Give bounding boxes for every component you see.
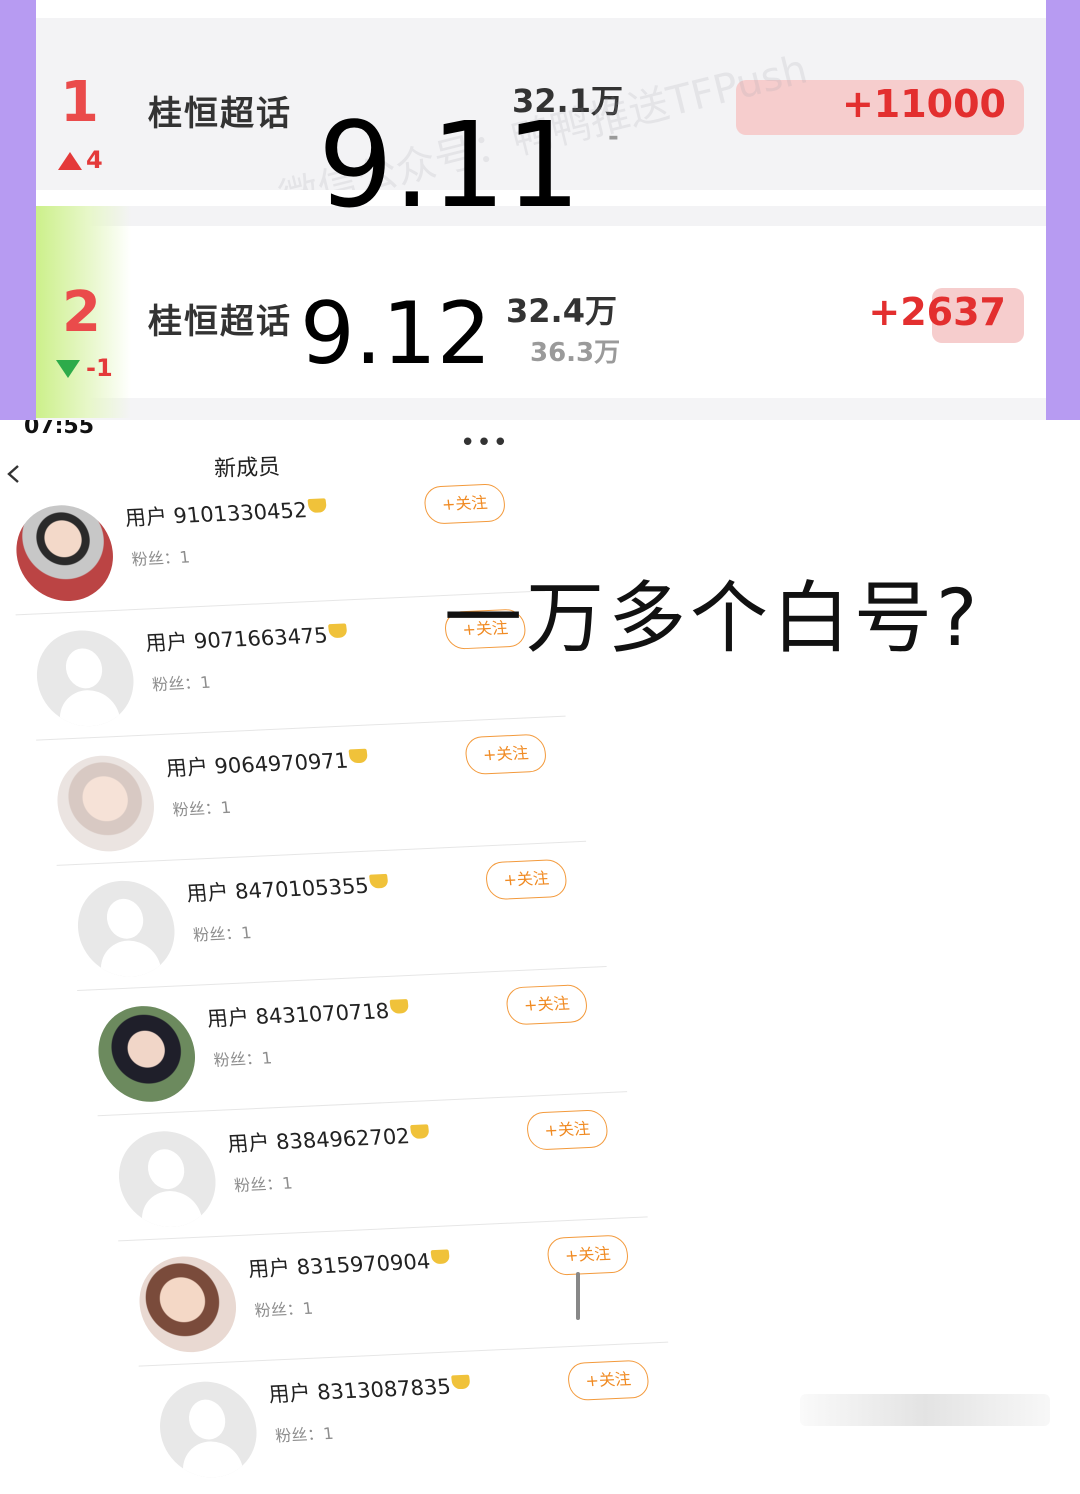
avatar[interactable] (11, 503, 119, 604)
member-name: 用户 8313087835 (267, 1370, 473, 1409)
group-name: 桂恒超话 (148, 94, 292, 134)
follower-count: 32.4万 (506, 292, 617, 330)
blurred-watermark (800, 1394, 1050, 1426)
avatar[interactable] (31, 628, 139, 729)
vip-badge-icon (430, 1249, 451, 1265)
member-name-text: 用户 8313087835 (267, 1374, 453, 1407)
list-item[interactable]: 用户 8315970904 粉丝：1 +关注 (124, 1217, 669, 1367)
fans-count: 粉丝：1 (130, 547, 191, 570)
status-time: 07:55 (24, 420, 95, 434)
rank-change-value: 4 (86, 146, 103, 174)
avatar[interactable] (93, 1003, 201, 1104)
member-name-text: 用户 8470105355 (185, 873, 370, 906)
ellipsis-icon[interactable]: ••• (460, 428, 509, 458)
list-item[interactable]: 用户 8431070718 粉丝：1 +关注 (83, 967, 628, 1117)
follow-button[interactable]: +关注 (566, 1359, 651, 1402)
ranking-top-strip (36, 0, 1046, 18)
fans-count: 粉丝：1 (171, 797, 232, 820)
member-name: 用户 9101330452 (123, 493, 329, 532)
follow-button[interactable]: +关注 (504, 984, 589, 1026)
rank-number: 1 (60, 70, 99, 135)
follower-count-sub: 36.3万 (530, 338, 621, 368)
rank-change: -1 (56, 354, 113, 382)
fans-count: 粉丝：1 (274, 1423, 335, 1446)
member-name-text: 用户 9101330452 (123, 498, 309, 531)
caption-text: 一万多个白号? (444, 574, 982, 664)
member-name: 用户 8470105355 (185, 869, 391, 908)
list-item[interactable]: 用户 8384962702 粉丝：1 +关注 (104, 1092, 648, 1242)
member-name: 用户 8384962702 (226, 1119, 432, 1158)
arrow-down-icon (56, 360, 80, 378)
member-name: 用户 9064970971 (164, 744, 370, 783)
member-name: 用户 9071663475 (144, 618, 350, 657)
fans-count: 粉丝：1 (253, 1298, 315, 1321)
fans-count: 粉丝：1 (233, 1173, 294, 1196)
member-name-text: 用户 9064970971 (164, 748, 350, 781)
date-label-1: 9.11 (318, 96, 581, 234)
vip-badge-icon (389, 999, 410, 1014)
member-name-text: 用户 8315970904 (246, 1249, 432, 1282)
vip-badge-icon (369, 873, 389, 889)
member-name-text: 用户 9071663475 (144, 623, 329, 656)
vip-badge-icon (348, 748, 369, 764)
follow-button[interactable]: +关注 (484, 858, 569, 901)
avatar[interactable] (52, 753, 160, 854)
member-name: 用户 8431070718 (205, 994, 411, 1033)
vip-badge-icon (307, 498, 328, 513)
vip-badge-icon (451, 1374, 471, 1390)
group-name: 桂恒超话 (148, 302, 292, 342)
member-name: 用户 8315970904 (246, 1244, 452, 1283)
date-label-2: 9.12 (300, 284, 492, 384)
arrow-up-icon (58, 152, 82, 170)
vip-badge-icon (328, 623, 348, 639)
scrollbar[interactable] (576, 1272, 580, 1320)
avatar[interactable] (154, 1379, 262, 1480)
member-name-text: 用户 8431070718 (205, 998, 391, 1032)
follow-button[interactable]: +关注 (422, 483, 507, 525)
follow-button[interactable]: +关注 (463, 733, 548, 776)
ranking-row-2[interactable]: 2 -1 桂恒超话 32.4万 36.3万 +2637 (36, 206, 1046, 418)
avatar[interactable] (113, 1129, 221, 1230)
member-name-text: 用户 8384962702 (226, 1124, 411, 1157)
list-item[interactable]: 用户 9064970971 粉丝：1 +关注 (42, 716, 587, 866)
follow-button[interactable]: +关注 (525, 1109, 610, 1151)
rank-number: 2 (62, 280, 101, 345)
rank-change-value: -1 (86, 354, 113, 382)
follow-button[interactable]: +关注 (545, 1234, 630, 1276)
delta-value: +2637 (868, 290, 1006, 334)
list-item[interactable]: 用户 8313087835 粉丝：1 +关注 (145, 1342, 689, 1492)
avatar[interactable] (134, 1254, 242, 1355)
rank-change: 4 (58, 146, 103, 174)
fans-count: 粉丝：1 (192, 923, 253, 945)
fans-count: 粉丝：1 (212, 1048, 273, 1070)
ranking-panel: 1 4 桂恒超话 32.1万 - +11000 微信公众号：鸭鸭推送TFPush… (0, 0, 1080, 420)
fans-count: 粉丝：1 (151, 672, 212, 695)
vip-badge-icon (410, 1124, 430, 1139)
list-item[interactable]: 用户 8470105355 粉丝：1 +关注 (63, 842, 607, 992)
avatar[interactable] (72, 878, 180, 979)
